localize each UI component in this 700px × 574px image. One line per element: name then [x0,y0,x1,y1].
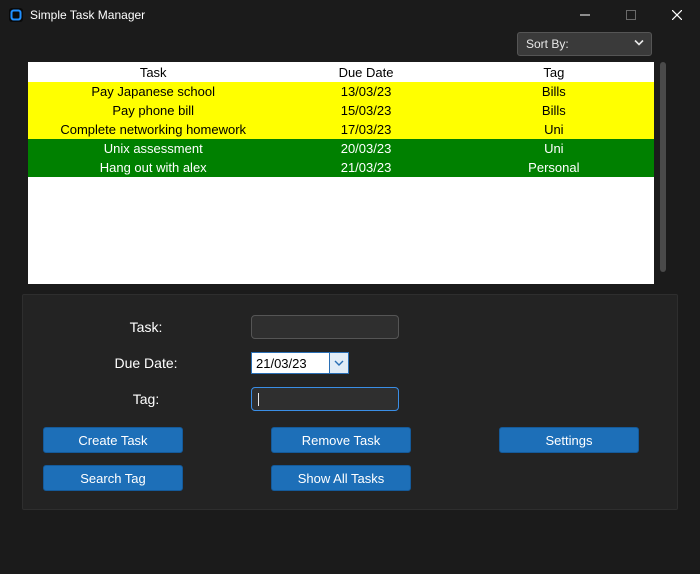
due-date-picker[interactable] [251,352,349,374]
close-button[interactable] [654,0,700,30]
cell-task: Pay Japanese school [28,82,278,101]
sort-by-dropdown[interactable]: Sort By: [517,32,652,56]
cell-task: Hang out with alex [28,158,278,177]
scrollbar[interactable] [660,62,666,284]
button-row-2: Search Tag Show All Tasks [43,465,659,491]
task-row: Task: [41,309,659,345]
header-due[interactable]: Due Date [278,62,453,82]
cell-task: Unix assessment [28,139,278,158]
cell-tag: Uni [454,139,654,158]
create-task-button[interactable]: Create Task [43,427,183,453]
cell-due: 15/03/23 [278,101,453,120]
form-panel: Task: Due Date: Tag: Create Task Remove … [22,294,678,510]
task-input[interactable] [251,315,399,339]
header-task[interactable]: Task [28,62,278,82]
due-label: Due Date: [41,355,251,371]
maximize-button[interactable] [608,0,654,30]
cell-tag: Uni [454,120,654,139]
app-icon [8,7,24,23]
tag-label: Tag: [41,391,251,407]
task-label: Task: [41,319,251,335]
table-header-row: Task Due Date Tag [28,62,654,82]
button-row-1: Create Task Remove Task Settings [43,427,659,453]
settings-button[interactable]: Settings [499,427,639,453]
cell-task: Pay phone bill [28,101,278,120]
table-row[interactable]: Pay phone bill15/03/23Bills [28,101,654,120]
tag-row: Tag: [41,381,659,417]
chevron-down-icon [633,37,645,52]
due-date-input[interactable] [251,352,329,374]
cell-tag: Bills [454,101,654,120]
scrollbar-thumb[interactable] [660,62,666,272]
sort-row: Sort By: [28,30,672,62]
table-row[interactable]: Hang out with alex21/03/23Personal [28,158,654,177]
task-table-scroll: Task Due Date Tag Pay Japanese school13/… [28,62,654,284]
show-all-tasks-button[interactable]: Show All Tasks [271,465,411,491]
minimize-button[interactable] [562,0,608,30]
remove-task-button[interactable]: Remove Task [271,427,411,453]
due-row: Due Date: [41,345,659,381]
search-tag-button[interactable]: Search Tag [43,465,183,491]
cell-due: 17/03/23 [278,120,453,139]
cell-tag: Bills [454,82,654,101]
cell-due: 20/03/23 [278,139,453,158]
header-tag[interactable]: Tag [454,62,654,82]
cell-due: 13/03/23 [278,82,453,101]
table-row[interactable]: Unix assessment20/03/23Uni [28,139,654,158]
text-caret [258,391,259,406]
cell-task: Complete networking homework [28,120,278,139]
titlebar: Simple Task Manager [0,0,700,30]
cell-tag: Personal [454,158,654,177]
sort-by-label: Sort By: [526,37,569,51]
task-table[interactable]: Task Due Date Tag Pay Japanese school13/… [28,62,654,177]
cell-due: 21/03/23 [278,158,453,177]
due-date-dropdown-button[interactable] [329,352,349,374]
tag-input[interactable] [251,387,399,411]
table-row[interactable]: Complete networking homework17/03/23Uni [28,120,654,139]
table-row[interactable]: Pay Japanese school13/03/23Bills [28,82,654,101]
workspace: Sort By: Task Due Date Tag Pay Japanese … [0,30,700,284]
task-table-container: Task Due Date Tag Pay Japanese school13/… [28,62,672,284]
window-title: Simple Task Manager [30,8,145,22]
